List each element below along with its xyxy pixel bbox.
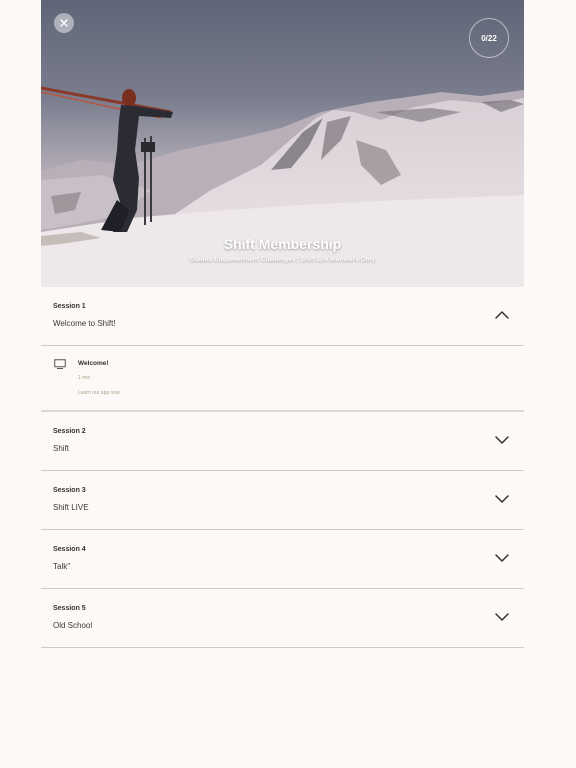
section-4[interactable]: Session 4 Talk" bbox=[41, 530, 524, 589]
section-title: Shift bbox=[53, 444, 70, 453]
lesson-link[interactable]: Learn our app now bbox=[78, 390, 120, 396]
section-label: Session 5 bbox=[53, 605, 86, 612]
section-label: Session 1 bbox=[53, 303, 86, 310]
section-header[interactable]: Session 1 Welcome to Shift! bbox=[41, 287, 524, 345]
section-header[interactable]: Session 3 Shift LIVE bbox=[41, 471, 524, 529]
chevron-up-icon[interactable] bbox=[494, 309, 510, 321]
section-title: Talk" bbox=[53, 562, 71, 571]
course-subtitle: Guided Empowerment Challenges | Shift Li… bbox=[189, 256, 376, 263]
section-header[interactable]: Session 2 Shift bbox=[41, 412, 524, 470]
hero-banner: 0/22 Shift Membership Guided Empowerment… bbox=[41, 0, 524, 287]
close-button[interactable] bbox=[54, 13, 74, 33]
chevron-down-icon[interactable] bbox=[494, 552, 510, 564]
section-3[interactable]: Session 3 Shift LIVE bbox=[41, 471, 524, 530]
section-2[interactable]: Session 2 Shift bbox=[41, 412, 524, 471]
lesson-title: Welcome! bbox=[78, 360, 109, 367]
section-5[interactable]: Session 5 Old School bbox=[41, 589, 524, 648]
section-header[interactable]: Session 4 Talk" bbox=[41, 530, 524, 588]
close-icon bbox=[60, 19, 68, 27]
chevron-down-icon[interactable] bbox=[494, 611, 510, 623]
chevron-down-icon[interactable] bbox=[494, 434, 510, 446]
section-1[interactable]: Session 1 Welcome to Shift! bbox=[41, 287, 524, 346]
course-container: 0/22 Shift Membership Guided Empowerment… bbox=[41, 0, 524, 648]
course-title: Shift Membership bbox=[223, 236, 342, 252]
chevron-down-icon[interactable] bbox=[494, 493, 510, 505]
page: 0/22 Shift Membership Guided Empowerment… bbox=[0, 0, 576, 768]
progress-indicator[interactable]: 0/22 bbox=[469, 18, 509, 58]
lesson-duration: 1 min bbox=[78, 375, 91, 381]
section-title: Welcome to Shift! bbox=[53, 319, 116, 328]
section-title: Old School bbox=[53, 621, 93, 630]
lesson-item[interactable]: Welcome! 1 min Learn our app now bbox=[41, 346, 524, 412]
section-title: Shift LIVE bbox=[53, 503, 89, 512]
section-header[interactable]: Session 5 Old School bbox=[41, 589, 524, 647]
section-label: Session 2 bbox=[53, 428, 86, 435]
video-icon bbox=[54, 359, 66, 369]
section-label: Session 4 bbox=[53, 546, 86, 553]
section-label: Session 3 bbox=[53, 487, 86, 494]
